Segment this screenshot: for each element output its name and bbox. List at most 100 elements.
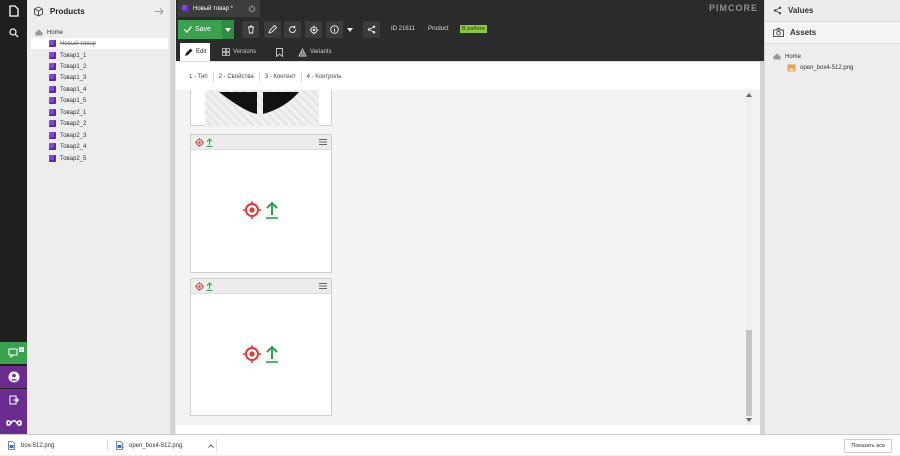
tab-bookmark[interactable] [272,43,287,61]
asset-tree-label: open_box4-512.png [800,64,854,71]
object-id: ID 21611 [391,26,415,32]
check-icon [184,26,192,33]
rename-button[interactable] [264,21,281,38]
menu-icon[interactable] [319,139,327,145]
tab-label: Variants [310,49,332,55]
tree-item[interactable]: Товар1_2 [49,61,86,72]
cube-icon [49,97,56,104]
asset-tree-home[interactable]: Home [773,51,801,62]
image-field-2[interactable] [190,134,332,273]
trash-icon [247,25,255,34]
image-fields-scroll-area[interactable] [176,90,764,425]
vertical-scrollbar[interactable] [746,90,752,425]
chevron-up-icon[interactable] [208,443,215,448]
variants-icon [298,47,307,57]
target-icon [309,25,319,35]
scrollbar-thumb[interactable] [746,330,752,416]
assets-panel-header[interactable]: Assets [765,22,900,44]
cube-icon [49,74,56,81]
crosshair-icon[interactable] [195,281,204,291]
tab-new-product[interactable]: Новый товар * [178,0,260,17]
search-icon[interactable] [0,22,27,44]
upload-arrow-icon[interactable] [206,137,213,147]
chat-badge: 1 [19,347,24,352]
tree-item[interactable]: Товар1_4 [49,84,86,95]
tree-item-new-product[interactable]: Новый товар [31,38,168,49]
home-icon [773,53,781,60]
layout-tab-properties[interactable]: 2 - Свойства [214,72,260,82]
tab-variants[interactable]: Variants [294,43,336,61]
logout-icon[interactable] [0,389,27,411]
image-field-actions [195,137,213,147]
camera-icon [773,28,784,37]
image-file-icon [116,441,123,450]
layout-tabs: 1 - Тип 2 - Свойства 3 - Контент 4 - Кон… [184,72,346,82]
menu-icon[interactable] [319,283,327,289]
edit-panel: 1 - Тип 2 - Свойства 3 - Контент 4 - Кон… [176,61,764,434]
pencil-icon [184,48,193,57]
cube-icon [49,63,56,70]
info-dropdown-button[interactable] [344,21,356,38]
tree-item-label: Товар2_1 [60,109,87,116]
chevron-down-icon [225,27,231,32]
info-button[interactable] [326,21,343,38]
cube-icon [49,155,56,162]
main-nav: 1 [0,0,27,434]
user-icon[interactable] [0,366,27,388]
image-field-1[interactable] [190,90,332,126]
layout-tab-type[interactable]: 1 - Тип [184,72,214,82]
upload-arrow-icon[interactable] [206,281,213,291]
values-panel-header[interactable]: Values [765,0,900,22]
tree-item[interactable]: Товар1_5 [49,95,86,106]
tree-item-home[interactable]: Home [35,27,63,38]
show-all-button[interactable]: Показать все [844,439,892,453]
splitter-left[interactable] [171,0,175,434]
tree-title: Products [50,6,85,16]
tab-edit[interactable]: Edit [180,43,211,61]
tree-item[interactable]: Товар2_3 [49,130,86,141]
file-icon[interactable] [0,0,27,22]
close-icon[interactable] [248,5,256,13]
crosshair-icon [243,345,261,363]
grid-icon [222,48,230,56]
chat-icon[interactable]: 1 [0,342,27,364]
download-item-2[interactable]: open_box4-512.png [116,435,215,456]
share-icon [773,6,782,15]
scroll-down-icon[interactable] [746,418,752,422]
tree-item[interactable]: Товар2_2 [49,118,86,129]
crosshair-icon[interactable] [195,137,204,147]
layout-tab-control[interactable]: 4 - Контроль [302,72,347,82]
tree-item[interactable]: Товар1_3 [49,72,86,83]
tab-bar: Новый товар * PIMCORE [176,0,764,17]
cube-outline-icon [33,5,44,17]
empty-image-placeholder [243,345,279,363]
arrow-right-icon[interactable] [155,7,164,15]
status-badge: В работе [460,25,487,33]
delete-button[interactable] [242,21,259,38]
crosshair-icon [243,201,261,219]
asset-tree-file[interactable]: open_box4-512.png [787,62,853,73]
tree-item[interactable]: Товар2_5 [49,153,86,164]
tree-item[interactable]: Товар2_4 [49,141,86,152]
object-class: Product [428,26,449,32]
layout-tab-content[interactable]: 3 - Контент [260,72,302,82]
cube-icon [182,5,189,12]
save-dropdown-button[interactable] [222,20,234,39]
share-button[interactable] [363,21,380,38]
share-icon [367,25,376,34]
tree-item[interactable]: Товар1_1 [49,50,86,61]
tree-item[interactable]: Товар2_1 [49,107,86,118]
tree-header: Products [27,0,170,22]
brand-logo: PIMCORE [708,3,758,13]
image-field-3[interactable] [190,278,332,416]
cube-icon [49,143,56,150]
tab-versions[interactable]: Versions [218,43,260,61]
pimcore-logo-icon [0,411,27,434]
save-button[interactable]: Save [178,20,222,39]
pencil-icon [268,25,277,34]
scroll-up-icon[interactable] [746,93,752,97]
reload-button[interactable] [284,21,301,38]
tree-item-label: Товар2_5 [60,155,87,162]
locate-button[interactable] [305,21,322,38]
object-subtabs: Edit Versions Variants [176,43,764,61]
